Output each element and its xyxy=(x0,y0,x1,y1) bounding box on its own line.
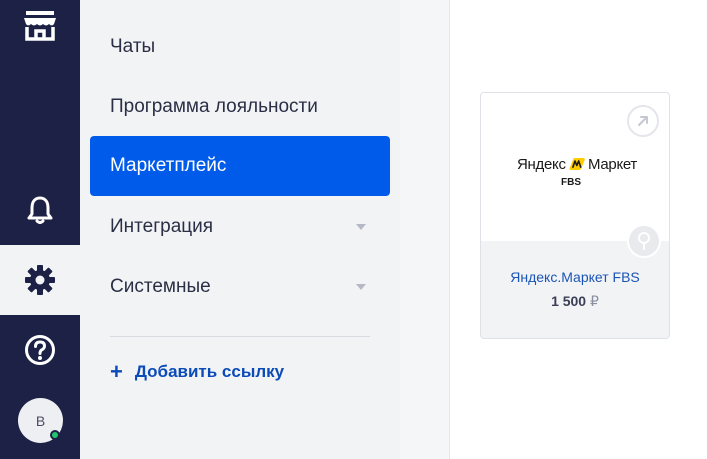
menu-item-loyalty[interactable]: Программа лояльности xyxy=(90,77,390,137)
store-icon xyxy=(24,11,56,41)
logo-subtitle: FBS xyxy=(561,177,581,188)
add-link-button[interactable]: + Добавить ссылку xyxy=(110,358,284,386)
menu-item-label: Системные xyxy=(110,276,211,297)
add-link-label: Добавить ссылку xyxy=(134,362,285,381)
online-status-dot xyxy=(50,430,60,440)
logo-mark-icon xyxy=(569,158,585,170)
help-button[interactable] xyxy=(0,315,80,385)
arrow-up-right-icon xyxy=(638,116,648,126)
price-currency: ₽ xyxy=(590,293,599,309)
plus-icon: + xyxy=(110,359,123,384)
menu-item-label: Программа лояльности xyxy=(110,96,318,117)
settings-button[interactable] xyxy=(0,245,80,315)
settings-menu: Чаты Программа лояльности Маркетплейс Ин… xyxy=(80,0,400,459)
avatar-initial: В xyxy=(35,412,46,429)
price-amount: 1 500 xyxy=(551,293,587,309)
card-title: Яндекс.Маркет FBS xyxy=(510,269,640,285)
chevron-down-icon xyxy=(356,224,366,230)
marketplace-content: Яндекс Маркет FBS Яндекс.Маркет FBS 1 50… xyxy=(451,0,707,459)
menu-item-system[interactable]: Системные xyxy=(90,257,390,317)
logo-text-left: Яндекс xyxy=(517,155,566,173)
menu-item-integration[interactable]: Интеграция xyxy=(90,197,390,257)
menu-divider xyxy=(110,336,370,337)
menu-item-chats[interactable]: Чаты xyxy=(90,17,390,77)
avatar[interactable]: В xyxy=(18,398,63,443)
card-logo-area: Яндекс Маркет FBS xyxy=(481,93,669,241)
pin-button[interactable] xyxy=(627,224,661,258)
store-button[interactable] xyxy=(0,0,80,60)
left-rail: В xyxy=(0,0,80,459)
help-icon xyxy=(25,335,55,365)
chevron-down-icon xyxy=(356,284,366,290)
menu-item-label: Чаты xyxy=(110,36,156,57)
side-panel-gap xyxy=(400,0,450,459)
menu-item-marketplace[interactable]: Маркетплейс xyxy=(90,136,390,196)
pin-icon xyxy=(638,232,650,250)
gear-icon xyxy=(25,265,55,295)
yandex-market-logo: Яндекс Маркет FBS xyxy=(517,155,637,195)
card-price: 1 500 ₽ xyxy=(481,293,669,310)
notifications-button[interactable] xyxy=(0,175,80,245)
menu-item-label: Интеграция xyxy=(110,216,214,237)
marketplace-card[interactable]: Яндекс Маркет FBS Яндекс.Маркет FBS 1 50… xyxy=(480,92,670,339)
logo-text-right: Маркет xyxy=(588,155,637,173)
bell-icon xyxy=(27,196,53,224)
app-root: В Чаты Программа лояльности Маркетплейс … xyxy=(0,0,707,459)
open-external-button[interactable] xyxy=(627,105,659,137)
menu-item-label: Маркетплейс xyxy=(110,155,227,176)
